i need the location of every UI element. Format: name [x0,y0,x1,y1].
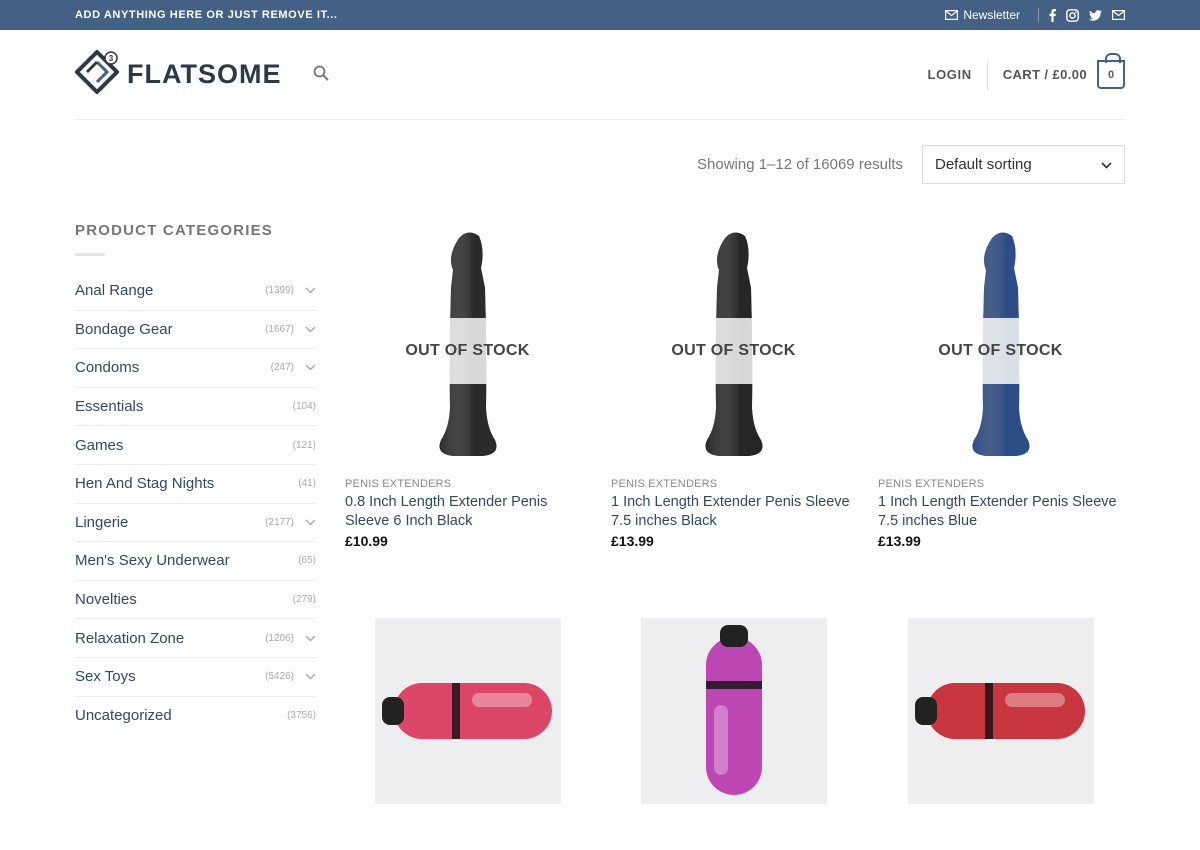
category-name[interactable]: Sex Toys [75,668,136,685]
category-name[interactable]: Novelties [75,591,137,608]
site-logo[interactable]: 3 FLATSOME [74,49,282,99]
category-item[interactable]: Games (121) [75,426,316,465]
product-image[interactable]: OUT OF STOCK [878,220,1123,468]
category-name[interactable]: Bondage Gear [75,321,173,338]
product-image[interactable] [345,618,590,804]
product-image[interactable]: OUT OF STOCK [611,220,856,468]
category-count: (65) [298,555,316,567]
result-count: Showing 1–12 of 16069 results [697,156,903,173]
site-header: 3 FLATSOME LOGIN CART / £0.00 0 [74,30,1125,120]
sort-select[interactable]: Default sorting [922,145,1125,184]
cart-total: CART / £0.00 [1002,67,1087,82]
product-image[interactable]: OUT OF STOCK [345,220,590,468]
product-category: PENIS EXTENDERS [878,478,985,490]
chevron-down-icon[interactable] [294,364,316,372]
category-count: (41) [298,478,316,490]
logo-mark-icon: 3 [74,49,120,99]
category-name[interactable]: Games [75,437,123,454]
product-title[interactable]: 1 Inch Length Extender Penis Sleeve 7.5 … [878,493,1123,531]
category-item[interactable]: Lingerie (2177) [75,504,316,543]
top-bar-links: Newsletter [945,8,1125,22]
twitter-icon[interactable] [1089,9,1102,21]
category-item[interactable]: Uncategorized (3756) [75,697,316,736]
category-name[interactable]: Hen And Stag Nights [75,475,214,492]
category-name[interactable]: Essentials [75,398,143,415]
promo-text: ADD ANYTHING HERE OR JUST REMOVE IT... [75,9,338,21]
product-card[interactable] [878,610,1123,804]
facebook-icon[interactable] [1049,8,1056,22]
chevron-down-icon[interactable] [294,326,316,333]
product-card[interactable]: OUT OF STOCK PENIS EXTENDERS 0.8 Inch Leng… [345,220,590,549]
category-count: (2177) [265,516,294,528]
category-name[interactable]: Anal Range [75,282,153,299]
divider [1038,8,1039,22]
category-item[interactable]: Condoms (247) [75,349,316,388]
category-name[interactable]: Relaxation Zone [75,630,184,647]
sort-selected-value: Default sorting [935,156,1032,173]
category-count: (1206) [265,632,294,644]
category-item[interactable]: Relaxation Zone (1206) [75,619,316,658]
top-bar: ADD ANYTHING HERE OR JUST REMOVE IT... N… [0,0,1200,30]
category-count: (5426) [265,671,294,683]
product-card[interactable] [611,610,856,804]
category-count: (104) [292,401,316,413]
svg-text:3: 3 [109,54,114,63]
category-count: (121) [292,439,316,451]
logo-text: FLATSOME [127,59,282,89]
category-name[interactable]: Men's Sexy Underwear [75,552,230,569]
search-icon[interactable] [313,65,329,86]
category-list: Anal Range (1399) Bondage Gear (1667) Condom… [75,272,316,735]
shop-toolbar: Showing 1–12 of 16069 results Default so… [697,145,1125,184]
product-price: £13.99 [611,533,654,549]
category-name[interactable]: Uncategorized [75,707,172,724]
login-link[interactable]: LOGIN [928,59,988,90]
product-card[interactable]: OUT OF STOCK PENIS EXTENDERS 1 Inch Length… [878,220,1123,549]
product-image[interactable] [878,618,1123,804]
category-count: (3756) [287,710,316,722]
category-count: (1667) [265,323,294,335]
product-image[interactable] [611,618,856,804]
category-count: (1399) [265,285,294,297]
out-of-stock-badge: OUT OF STOCK [878,318,1123,384]
category-item[interactable]: Men's Sexy Underwear (65) [75,542,316,581]
widget-title: PRODUCT CATEGORIES [75,222,273,239]
category-item[interactable]: Essentials (104) [75,388,316,427]
product-card[interactable]: OUT OF STOCK PENIS EXTENDERS 1 Inch Length… [611,220,856,549]
out-of-stock-badge: OUT OF STOCK [345,318,590,384]
category-item[interactable]: Hen And Stag Nights (41) [75,465,316,504]
envelope-icon [945,10,959,20]
category-item[interactable]: Bondage Gear (1667) [75,311,316,350]
envelope-icon[interactable] [1112,10,1125,20]
category-item[interactable]: Sex Toys (5426) [75,658,316,697]
category-count: (279) [292,594,316,606]
header-account-nav: LOGIN CART / £0.00 0 [928,53,1125,90]
instagram-icon[interactable] [1066,8,1079,22]
chevron-down-icon[interactable] [294,673,316,680]
newsletter-label: Newsletter [963,8,1020,22]
product-category: PENIS EXTENDERS [345,478,452,490]
category-item[interactable]: Novelties (279) [75,581,316,620]
category-count: (247) [270,362,294,374]
product-category: PENIS EXTENDERS [611,478,718,490]
chevron-down-icon [1101,156,1112,173]
cart-button[interactable]: CART / £0.00 0 [988,53,1125,89]
product-categories-widget: PRODUCT CATEGORIES Anal Range (1399) Bonda… [75,222,316,735]
product-price: £13.99 [878,533,921,549]
cart-count-badge: 0 [1097,53,1125,89]
out-of-stock-badge: OUT OF STOCK [611,318,856,384]
newsletter-link[interactable]: Newsletter [945,8,1020,22]
product-title[interactable]: 0.8 Inch Length Extender Penis Sleeve 6 … [345,493,590,531]
category-name[interactable]: Lingerie [75,514,128,531]
chevron-down-icon[interactable] [294,635,316,642]
product-card[interactable] [345,610,590,804]
chevron-down-icon[interactable] [294,519,316,526]
product-price: £10.99 [345,533,388,549]
product-title[interactable]: 1 Inch Length Extender Penis Sleeve 7.5 … [611,493,856,531]
category-item[interactable]: Anal Range (1399) [75,272,316,311]
title-divider [75,253,105,256]
chevron-down-icon[interactable] [294,287,316,294]
category-name[interactable]: Condoms [75,359,139,376]
